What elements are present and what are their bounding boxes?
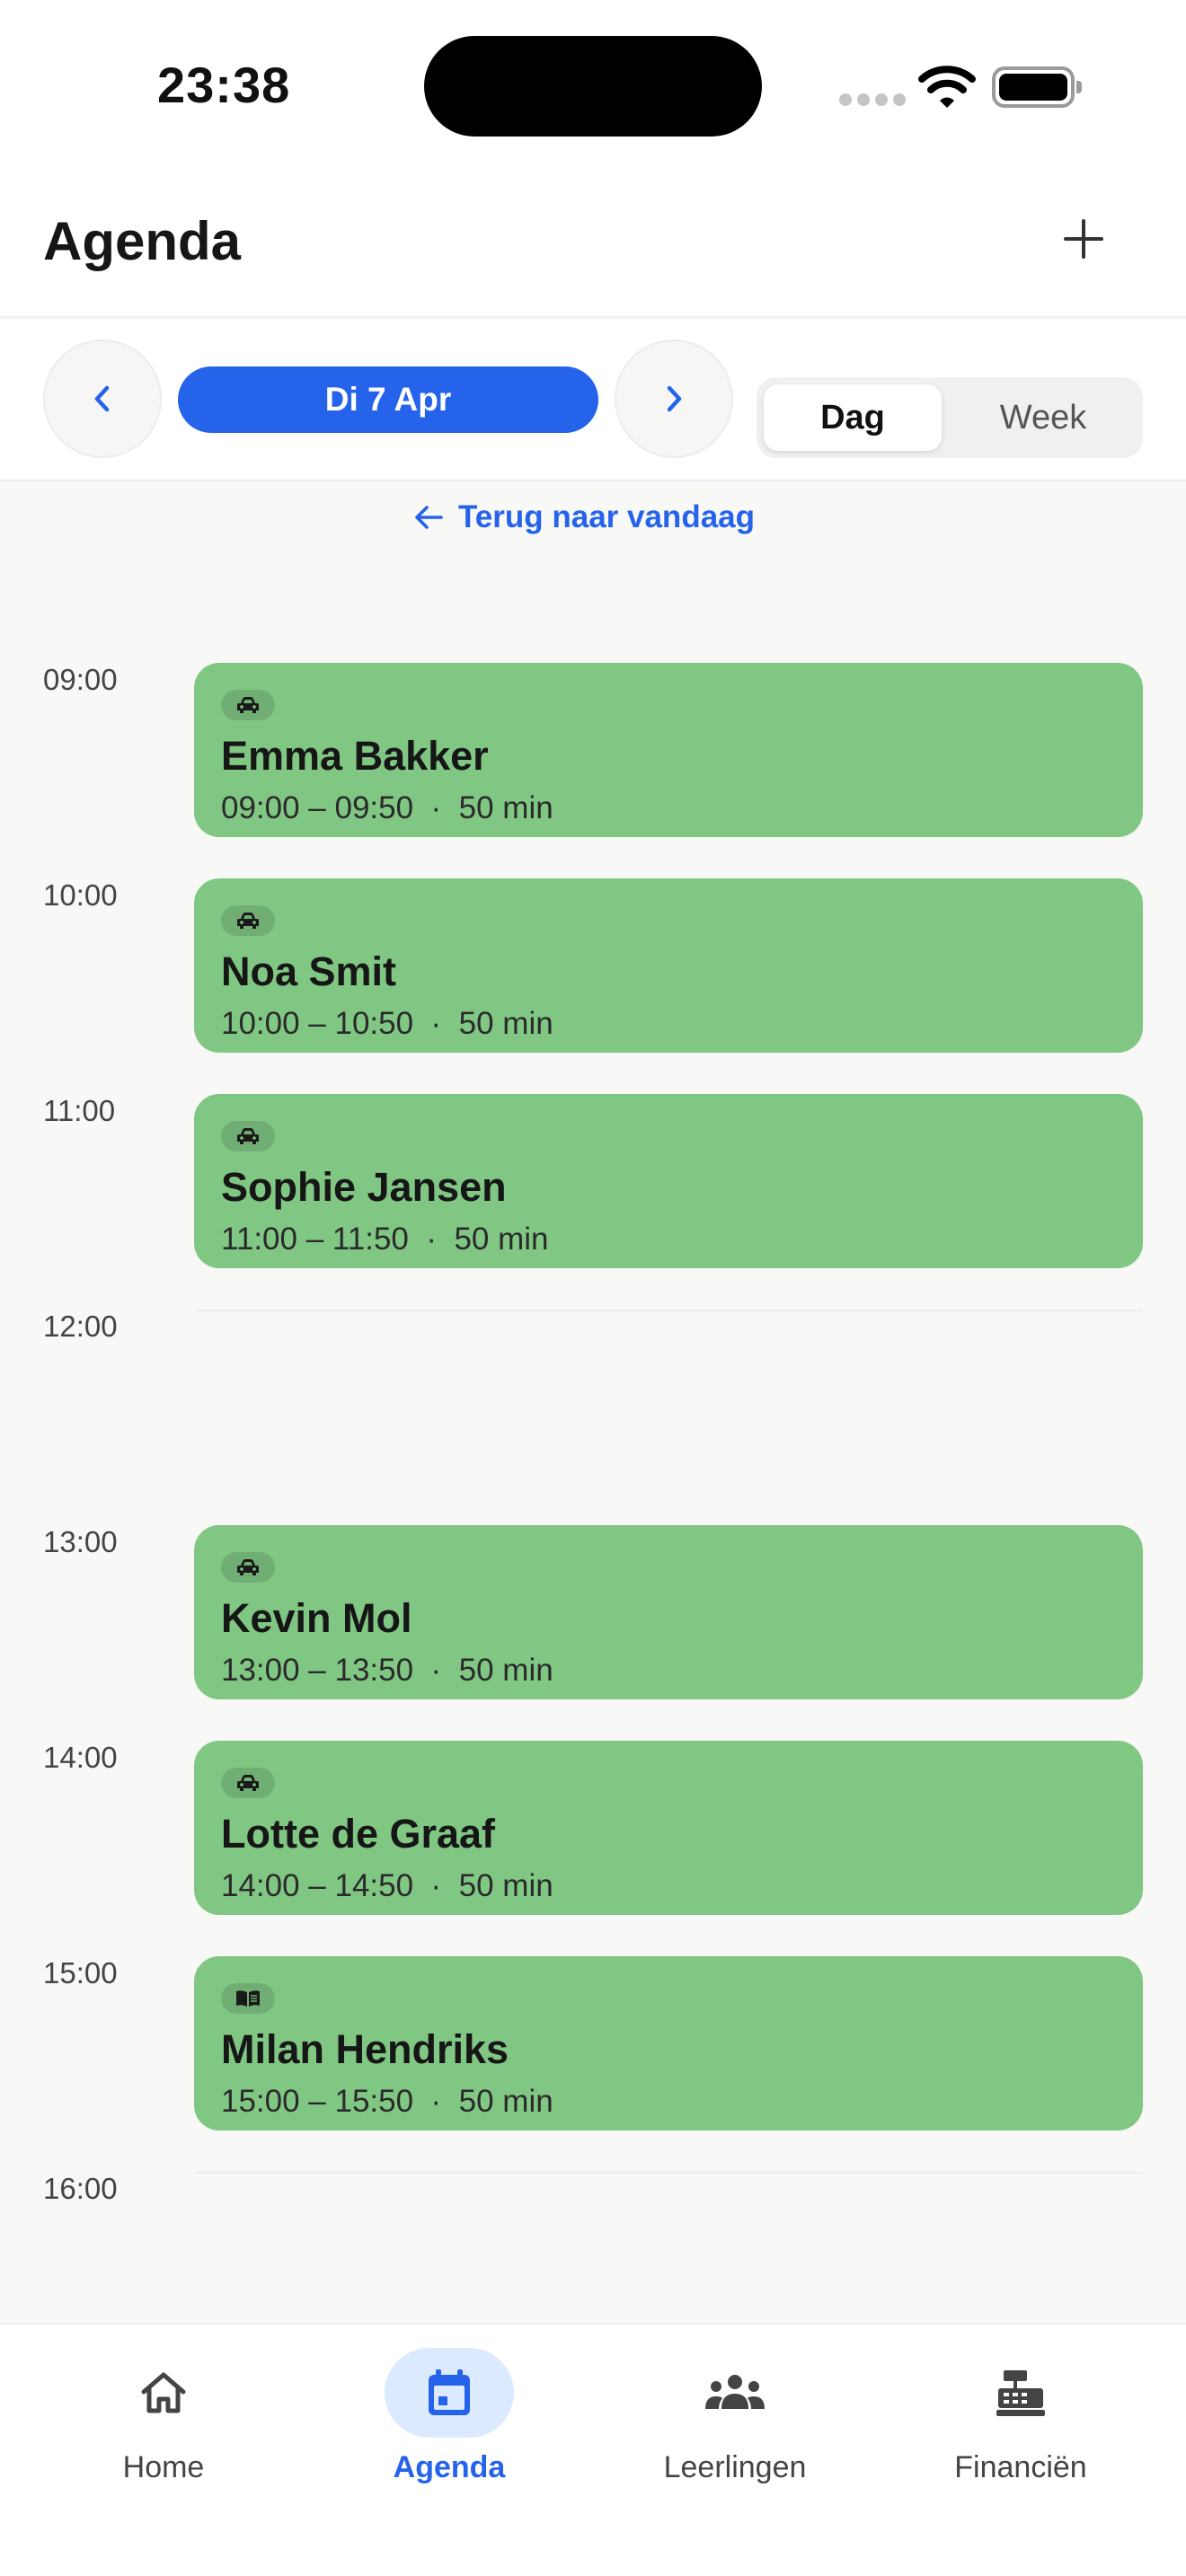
nav-home-label: Home xyxy=(122,2450,205,2484)
lesson-student-name: Noa Smit xyxy=(221,948,397,994)
arrow-left-icon xyxy=(415,506,443,529)
lesson-time: 10:00 – 10:50 · 50 min xyxy=(221,1006,553,1041)
car-icon xyxy=(221,905,275,936)
car-icon xyxy=(221,690,275,720)
app-root: 23:38 Agenda Di 7 Apr Dag Week Terug naa… xyxy=(0,0,1186,2576)
add-appointment-button[interactable] xyxy=(1051,207,1116,271)
hour-label: 11:00 xyxy=(43,1094,116,1127)
lesson-student-name: Lotte de Graaf xyxy=(221,1811,496,1857)
calendar-icon xyxy=(385,2348,514,2438)
lesson-card[interactable]: Emma Bakker 09:00 – 09:50 · 50 min xyxy=(194,663,1143,837)
nav-agenda[interactable]: Agenda xyxy=(306,2348,592,2527)
nav-home[interactable]: Home xyxy=(21,2348,306,2527)
lesson-student-name: Milan Hendriks xyxy=(221,2026,509,2072)
nav-financien-label: Financiën xyxy=(954,2450,1087,2484)
lesson-card[interactable]: Noa Smit 10:00 – 10:50 · 50 min xyxy=(194,878,1143,1053)
bottom-navigation: Home Agenda Leerlingen Financiën xyxy=(0,2323,1186,2576)
lesson-card[interactable]: Milan Hendriks 15:00 – 15:50 · 50 min xyxy=(194,1956,1143,2130)
cash-register-icon xyxy=(956,2348,1085,2438)
book-icon xyxy=(221,1983,275,2014)
header: Agenda xyxy=(0,171,1186,318)
status-time: 23:38 xyxy=(157,57,291,113)
lesson-time: 13:00 – 13:50 · 50 min xyxy=(221,1653,553,1688)
hour-label: 16:00 xyxy=(43,2172,118,2205)
plus-icon xyxy=(1064,219,1103,259)
lesson-time: 15:00 – 15:50 · 50 min xyxy=(221,2084,553,2119)
nav-leerlingen[interactable]: Leerlingen xyxy=(592,2348,878,2527)
hour-label: 13:00 xyxy=(43,1525,118,1558)
lesson-time: 14:00 – 14:50 · 50 min xyxy=(221,1868,553,1903)
car-icon xyxy=(221,1552,275,1583)
people-icon xyxy=(670,2348,800,2438)
empty-slot-1600[interactable] xyxy=(196,2172,1143,2174)
dynamic-island xyxy=(424,36,762,137)
hour-label: 09:00 xyxy=(43,663,118,696)
hour-label: 14:00 xyxy=(43,1741,118,1774)
page-title: Agenda xyxy=(43,211,242,271)
wifi-icon xyxy=(918,66,976,108)
chevron-right-icon xyxy=(667,385,682,412)
nav-agenda-label: Agenda xyxy=(393,2450,506,2484)
cellular-signal-icon xyxy=(839,93,906,106)
hour-label: 15:00 xyxy=(43,1956,118,1989)
car-icon xyxy=(221,1121,275,1151)
empty-slot-1200[interactable] xyxy=(196,1310,1143,1311)
lesson-time: 11:00 – 11:50 · 50 min xyxy=(221,1222,549,1257)
lesson-card[interactable]: Lotte de Graaf 14:00 – 14:50 · 50 min xyxy=(194,1741,1143,1915)
back-to-today-link[interactable]: Terug naar vandaag xyxy=(413,499,755,535)
nav-financien[interactable]: Financiën xyxy=(878,2348,1164,2527)
chevron-left-icon xyxy=(94,385,110,412)
view-toggle: Dag Week xyxy=(757,377,1143,458)
lesson-student-name: Kevin Mol xyxy=(221,1595,412,1641)
nav-leerlingen-label: Leerlingen xyxy=(663,2450,807,2484)
previous-day-button[interactable] xyxy=(43,340,162,458)
view-day-option[interactable]: Dag xyxy=(764,384,942,451)
hour-label: 12:00 xyxy=(43,1310,118,1343)
lesson-student-name: Sophie Jansen xyxy=(221,1164,507,1210)
lesson-card[interactable]: Kevin Mol 13:00 – 13:50 · 50 min xyxy=(194,1525,1143,1699)
view-week-option[interactable]: Week xyxy=(954,384,1132,451)
status-bar: 23:38 xyxy=(0,0,1186,171)
lesson-card[interactable]: Sophie Jansen 11:00 – 11:50 · 50 min xyxy=(194,1094,1143,1268)
battery-icon xyxy=(992,66,1082,108)
home-icon xyxy=(99,2348,228,2438)
next-day-button[interactable] xyxy=(615,340,733,458)
lesson-student-name: Emma Bakker xyxy=(221,733,489,779)
date-toolbar: Di 7 Apr Dag Week xyxy=(0,320,1186,481)
lesson-time: 09:00 – 09:50 · 50 min xyxy=(221,790,553,825)
back-to-today-label: Terug naar vandaag xyxy=(458,499,756,534)
car-icon xyxy=(221,1768,275,1798)
current-date-button[interactable]: Di 7 Apr xyxy=(178,366,598,433)
hour-label: 10:00 xyxy=(43,878,118,912)
